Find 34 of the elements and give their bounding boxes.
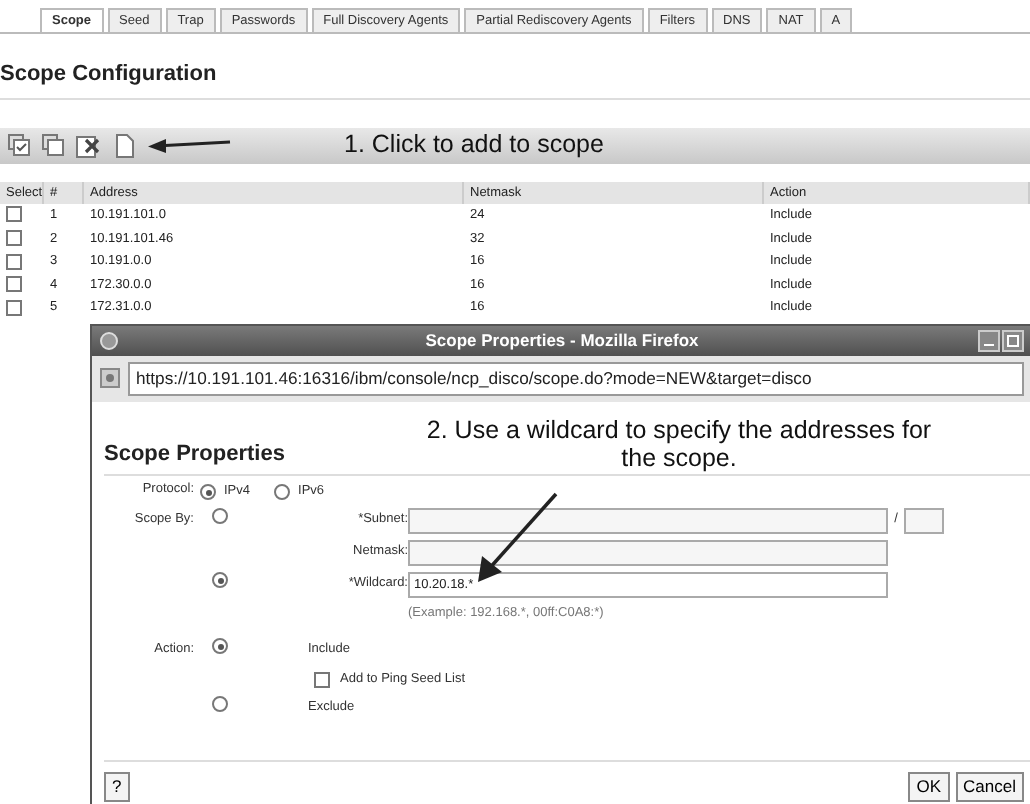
netmask-field[interactable]	[408, 539, 888, 566]
help-button[interactable]: ?	[104, 772, 130, 802]
row-checkbox[interactable]	[6, 276, 22, 293]
radio-button[interactable]	[212, 508, 228, 525]
copy-icon[interactable]	[42, 134, 64, 156]
arrow	[476, 491, 560, 584]
instruction-text: 1. Click to add to scope	[344, 131, 604, 159]
radio-button[interactable]	[212, 695, 228, 712]
row-checkbox[interactable]	[6, 206, 22, 223]
page-heading: Scope Configuration	[0, 58, 1030, 99]
row-checkbox[interactable]	[6, 299, 22, 316]
ok-button[interactable]: OK	[908, 772, 950, 802]
row-checkbox[interactable]	[6, 253, 22, 270]
radio-button[interactable]	[212, 572, 228, 589]
radio-button[interactable]	[200, 483, 216, 500]
site-icon	[100, 368, 120, 389]
maximize-icon[interactable]	[1002, 330, 1024, 352]
cancel-button[interactable]: Cancel	[955, 772, 1024, 802]
radio-button[interactable]	[212, 638, 228, 655]
subnet-field[interactable]	[408, 507, 888, 534]
mask-bits-field[interactable]	[904, 507, 944, 534]
new-document-icon[interactable]	[112, 133, 136, 157]
select-all-icon[interactable]	[8, 134, 30, 156]
row-checkbox[interactable]	[6, 229, 22, 246]
arrow	[148, 135, 232, 155]
address-bar[interactable]: https://10.191.101.46:16316/ibm/console/ncp_disco/scope.do?mode=NEW&target=disco	[128, 362, 1024, 396]
window-icon	[100, 332, 118, 350]
instruction-text: 2. Use a wildcard to specify the addresses for the scope.	[424, 417, 934, 473]
checkbox[interactable]	[314, 671, 330, 688]
section-heading: Scope Properties	[104, 439, 287, 470]
window-title: Scope Properties - Mozilla Firefox	[425, 328, 699, 354]
minimize-icon[interactable]	[978, 330, 1000, 352]
delete-icon[interactable]	[76, 133, 100, 157]
radio-button[interactable]	[274, 483, 291, 500]
